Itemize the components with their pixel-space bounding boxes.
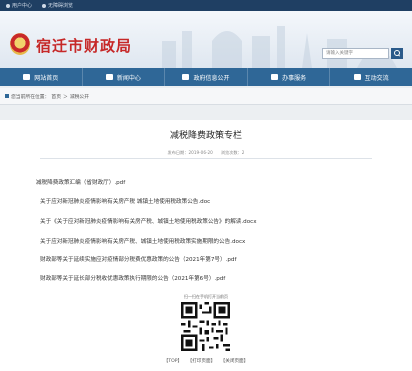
nav-label: 政府信息公开 xyxy=(193,74,230,82)
nav-item-home[interactable]: 网站首页 xyxy=(0,68,83,86)
breadcrumb-separator: ＞ xyxy=(63,94,68,100)
breadcrumb: 您当前所在位置： 首页 ＞ 减税公开 xyxy=(0,88,412,105)
article-meta: 发布日期：2019-06-20 浏览次数：2 xyxy=(0,150,412,156)
chat-icon xyxy=(353,74,361,80)
location-icon xyxy=(5,94,9,98)
main-nav: 网站首页 新闻中心 政府信息公开 办事服务 互动交流 xyxy=(0,68,412,86)
qr-caption: 扫一扫在手机打开当前页 xyxy=(184,294,228,299)
breadcrumb-home[interactable]: 首页 xyxy=(51,93,61,100)
search-button[interactable] xyxy=(391,48,403,59)
site-header: 宿迁市财政局 请输入关键字 xyxy=(0,11,412,68)
national-emblem-logo xyxy=(10,33,30,55)
nav-item-interaction[interactable]: 互动交流 xyxy=(330,68,412,86)
article-panel: 减税降费政策专栏 发布日期：2019-06-20 浏览次数：2 减税降费政策汇编… xyxy=(0,120,412,371)
top-utility-bar: 用户中心 无障碍浏览 xyxy=(0,0,412,11)
nav-item-news[interactable]: 新闻中心 xyxy=(83,68,166,86)
doc-link[interactable]: 关于《关于应对新冠肺炎疫情影响有关房产税、城镇土地使用税政策公告》的解读.doc… xyxy=(40,217,257,225)
site-title: 宿迁市财政局 xyxy=(36,37,133,55)
accessibility-link[interactable]: 无障碍浏览 xyxy=(42,2,73,9)
doc-link[interactable]: 关于应对新冠肺炎疫情影响有关房产税 城镇土地使用税政策公告.doc xyxy=(40,197,210,205)
doc-link[interactable]: 关于应对新冠肺炎疫情影响有关房产税、城镇土地使用税政策实施期限的公告.docx xyxy=(40,237,245,245)
qr-code xyxy=(181,302,230,351)
nav-label: 互动交流 xyxy=(364,74,389,82)
doc-link[interactable]: 财政部等关于延续实施应对疫情部分税费优惠政策的公告（2021年第7号）.pdf xyxy=(40,255,236,263)
view-count: 浏览次数：2 xyxy=(220,150,245,155)
publish-date: 发布日期：2019-06-20 xyxy=(167,150,213,155)
info-icon xyxy=(182,74,190,80)
page-actions: 【TOP】 【打印页面】 【关闭页面】 xyxy=(0,358,412,364)
accessibility-icon xyxy=(42,3,47,8)
search-input[interactable]: 请输入关键字 xyxy=(322,48,389,59)
doc-link[interactable]: 减税降费政策汇编（省财政厅）.pdf xyxy=(36,178,125,186)
breadcrumb-prefix: 您当前所在位置： xyxy=(11,94,50,100)
close-link[interactable]: 【关闭页面】 xyxy=(221,359,249,364)
user-icon xyxy=(6,3,10,8)
nav-item-service[interactable]: 办事服务 xyxy=(248,68,331,86)
print-link[interactable]: 【打印页面】 xyxy=(188,359,216,364)
nav-label: 办事服务 xyxy=(282,74,307,82)
user-center-link[interactable]: 用户中心 xyxy=(6,2,32,9)
news-icon xyxy=(105,74,113,80)
service-icon xyxy=(271,74,279,80)
breadcrumb-section[interactable]: 减税公开 xyxy=(70,93,89,100)
city-skyline-watermark xyxy=(162,26,397,68)
home-icon xyxy=(23,74,31,80)
doc-link[interactable]: 财政部等关于延长部分税收优惠政策执行期限的公告（2021年第6号）.pdf xyxy=(40,274,225,282)
nav-label: 新闻中心 xyxy=(116,74,141,82)
user-center-label: 用户中心 xyxy=(12,3,33,9)
nav-label: 网站首页 xyxy=(34,74,59,82)
top-link[interactable]: 【TOP】 xyxy=(164,359,182,364)
accessibility-label: 无障碍浏览 xyxy=(48,3,74,9)
nav-item-info[interactable]: 政府信息公开 xyxy=(165,68,248,86)
divider xyxy=(40,158,372,159)
page-title: 减税降费政策专栏 xyxy=(169,131,242,141)
